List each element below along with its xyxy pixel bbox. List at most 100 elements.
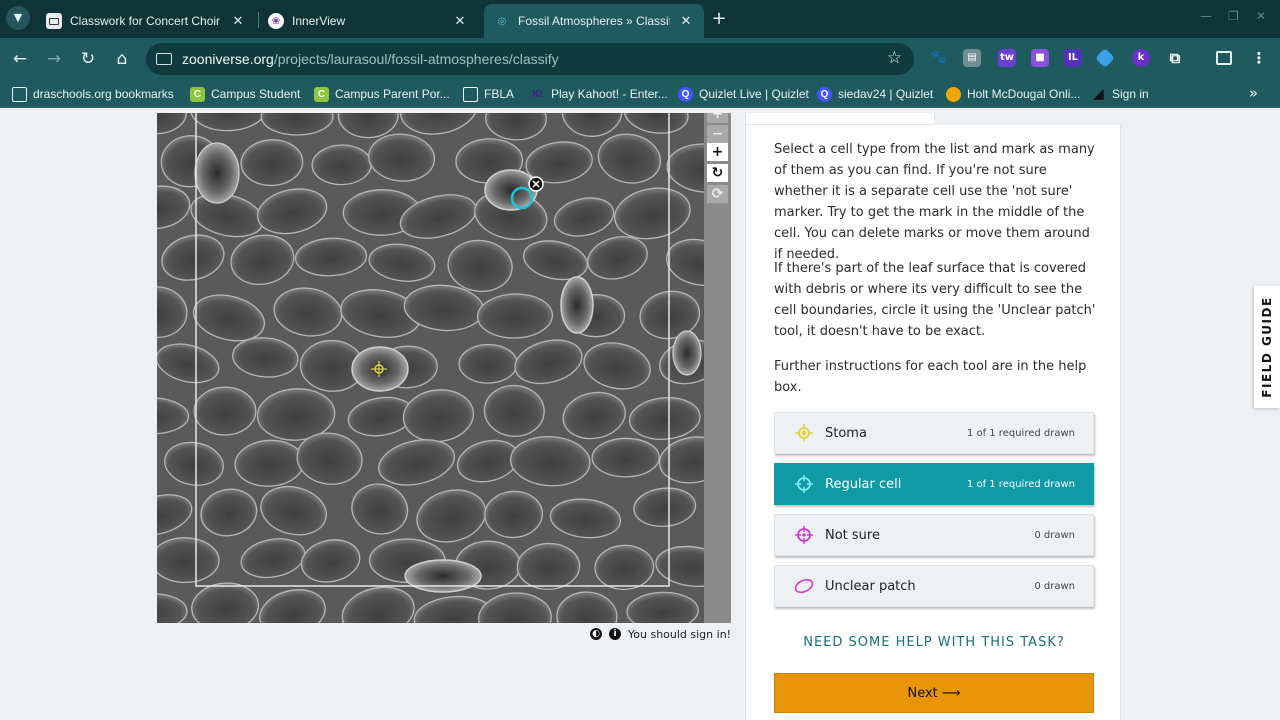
browser-menu-kebab-icon[interactable]: ⋮ bbox=[1250, 49, 1268, 67]
invert-contrast-icon[interactable]: ◐ bbox=[590, 628, 602, 640]
zooniverse-icon: ◎ bbox=[497, 15, 507, 27]
leaf-micrograph-image[interactable] bbox=[157, 113, 704, 623]
tab-innerview[interactable]: ❀ InnerView ✕ bbox=[258, 4, 478, 38]
new-tab-plus-icon[interactable]: + bbox=[708, 8, 730, 30]
extension-diamond-icon[interactable] bbox=[1095, 48, 1115, 68]
field-guide-tab[interactable]: FIELD GUIDE bbox=[1254, 286, 1280, 408]
browser-tab-strip: ▼ Classwork for Concert Choir 20 ✕ ❀ Inn… bbox=[0, 0, 1280, 38]
signin-notice[interactable]: You should sign in! bbox=[628, 628, 731, 641]
restore-icon[interactable]: ❐ bbox=[1228, 9, 1239, 23]
bookmark-draschools[interactable]: draschools.org bookmarks bbox=[12, 85, 174, 103]
campus-icon: C bbox=[190, 86, 205, 102]
bookmark-label: FBLA bbox=[484, 87, 515, 101]
tab-fossil-atmospheres[interactable]: ◎ Fossil Atmospheres » Classify ✕ bbox=[484, 4, 704, 38]
back-arrow-icon[interactable]: ← bbox=[8, 47, 32, 71]
unclear-patch-ellipse-icon bbox=[793, 575, 815, 597]
signin-icon: ◢ bbox=[1093, 86, 1104, 101]
innerview-icon: ❀ bbox=[268, 13, 284, 29]
bookmark-star-icon[interactable]: ☆ bbox=[887, 48, 902, 68]
quizlet-icon: Q bbox=[678, 86, 693, 102]
stoma-structure bbox=[404, 559, 482, 593]
tool-label: Regular cell bbox=[825, 476, 902, 492]
epidermal-cell bbox=[458, 343, 518, 384]
epidermal-cell bbox=[193, 386, 257, 436]
bookmark-siedav24[interactable]: Q siedav24 | Quizlet bbox=[817, 85, 933, 103]
close-tab-icon[interactable]: ✕ bbox=[230, 13, 246, 29]
viewer-footer: ◐ i You should sign in! bbox=[590, 625, 731, 643]
folder-icon bbox=[463, 86, 478, 102]
extensions-puzzle-icon[interactable]: ⧉ bbox=[1166, 49, 1184, 67]
bookmark-label: draschools.org bookmarks bbox=[33, 87, 174, 101]
bookmark-campus-student[interactable]: C Campus Student bbox=[190, 85, 300, 103]
stoma-structure bbox=[194, 142, 240, 204]
tab-search-chevron-icon[interactable]: ▼ bbox=[6, 6, 30, 30]
home-icon[interactable]: ⌂ bbox=[110, 47, 134, 71]
extension-chat-icon[interactable]: ■ bbox=[1031, 49, 1049, 67]
instruction-paragraph: If there's part of the leaf surface that… bbox=[774, 261, 1096, 339]
bookmark-fbla[interactable]: FBLA bbox=[463, 85, 514, 103]
kahoot-icon: K! bbox=[532, 88, 543, 100]
regular-cell-crosshair-icon bbox=[793, 473, 815, 495]
side-panel-icon[interactable] bbox=[1216, 51, 1232, 65]
subject-image-viewer[interactable] bbox=[157, 113, 704, 623]
viewer-zoom-controls: + − + ↻ ⟳ bbox=[704, 113, 731, 623]
epidermal-cell bbox=[591, 437, 660, 478]
reset-view-button[interactable]: ⟳ bbox=[707, 185, 728, 203]
tab-tutorial[interactable] bbox=[934, 113, 1122, 125]
site-info-icon[interactable] bbox=[156, 53, 172, 65]
tab-title: Fossil Atmospheres » Classify bbox=[518, 14, 670, 28]
tool-label: Stoma bbox=[825, 425, 867, 441]
tool-count: 0 drawn bbox=[1034, 580, 1075, 592]
extension-paw-icon[interactable]: 🐾 bbox=[930, 49, 948, 67]
minimize-icon[interactable]: — bbox=[1200, 9, 1212, 23]
address-bar[interactable]: zooniverse.org/projects/laurasoul/fossil… bbox=[146, 43, 914, 75]
more-bookmarks-chevron-icon[interactable]: » bbox=[1249, 84, 1258, 102]
extension-tw-icon[interactable]: tw bbox=[998, 49, 1016, 67]
bookmarks-bar: draschools.org bookmarks C Campus Studen… bbox=[0, 80, 1280, 108]
reload-icon[interactable]: ↻ bbox=[76, 47, 100, 71]
managed-folder-icon bbox=[12, 86, 27, 102]
bookmark-holt[interactable]: Holt McDougal Onli... bbox=[946, 85, 1080, 103]
tool-unclear-patch[interactable]: Unclear patch 0 drawn bbox=[774, 565, 1094, 607]
tool-label: Not sure bbox=[825, 527, 880, 543]
bookmark-label: Campus Student bbox=[211, 87, 301, 101]
stoma-crosshair-icon bbox=[793, 422, 815, 444]
classroom-icon bbox=[46, 13, 62, 29]
bookmark-label: Sign in bbox=[1112, 87, 1149, 101]
bookmark-label: Play Kahoot! - Enter... bbox=[551, 87, 668, 101]
zoom-in-top-button[interactable]: + bbox=[707, 113, 728, 123]
forward-arrow-icon[interactable]: → bbox=[42, 47, 66, 71]
tool-not-sure[interactable]: Not sure 0 drawn bbox=[774, 514, 1094, 556]
task-help-link[interactable]: NEED SOME HELP WITH THIS TASK? bbox=[774, 635, 1094, 650]
browser-toolbar: ← → ↻ ⌂ zooniverse.org/projects/laurasou… bbox=[0, 38, 1280, 80]
tool-stoma[interactable]: Stoma 1 of 1 required drawn bbox=[774, 412, 1094, 454]
close-tab-icon[interactable]: ✕ bbox=[678, 13, 694, 29]
zoom-out-button[interactable]: − bbox=[707, 125, 728, 143]
bookmark-label: Holt McDougal Onli... bbox=[967, 87, 1081, 101]
close-tab-icon[interactable]: ✕ bbox=[452, 13, 468, 29]
task-panel: Select a cell type from the list and mar… bbox=[745, 113, 1122, 720]
bookmark-label: siedav24 | Quizlet bbox=[838, 87, 934, 101]
bookmark-quizlet-live[interactable]: Q Quizlet Live | Quizlet bbox=[678, 85, 809, 103]
holt-icon bbox=[946, 86, 961, 102]
bookmark-sign-in[interactable]: ◢ Sign in bbox=[1091, 85, 1149, 103]
instruction-paragraph: Further instructions for each tool are i… bbox=[774, 359, 1087, 395]
zoom-in-button[interactable]: + bbox=[707, 143, 728, 161]
bookmark-campus-parent[interactable]: C Campus Parent Por... bbox=[314, 85, 450, 103]
instruction-paragraph: Select a cell type from the list and mar… bbox=[774, 142, 1095, 262]
tool-label: Unclear patch bbox=[825, 578, 916, 594]
rotate-button[interactable]: ↻ bbox=[707, 164, 728, 182]
tool-regular-cell[interactable]: Regular cell 1 of 1 required drawn bbox=[774, 463, 1094, 505]
tab-title: Classwork for Concert Choir 20 bbox=[70, 14, 222, 28]
next-button[interactable]: Next ⟶ bbox=[774, 673, 1094, 713]
close-window-icon[interactable]: ✕ bbox=[1256, 9, 1266, 23]
stoma-structure bbox=[672, 330, 702, 376]
extension-k-icon[interactable]: k bbox=[1132, 49, 1150, 67]
extension-pages-icon[interactable]: ▤ bbox=[963, 49, 981, 67]
url-text: zooniverse.org/projects/laurasoul/fossil… bbox=[182, 51, 559, 67]
info-icon[interactable]: i bbox=[609, 628, 621, 640]
bookmark-label: Campus Parent Por... bbox=[335, 87, 450, 101]
extension-il-icon[interactable]: IL bbox=[1064, 49, 1082, 67]
bookmark-kahoot[interactable]: K! Play Kahoot! - Enter... bbox=[530, 85, 668, 103]
tab-classwork[interactable]: Classwork for Concert Choir 20 ✕ bbox=[36, 4, 256, 38]
